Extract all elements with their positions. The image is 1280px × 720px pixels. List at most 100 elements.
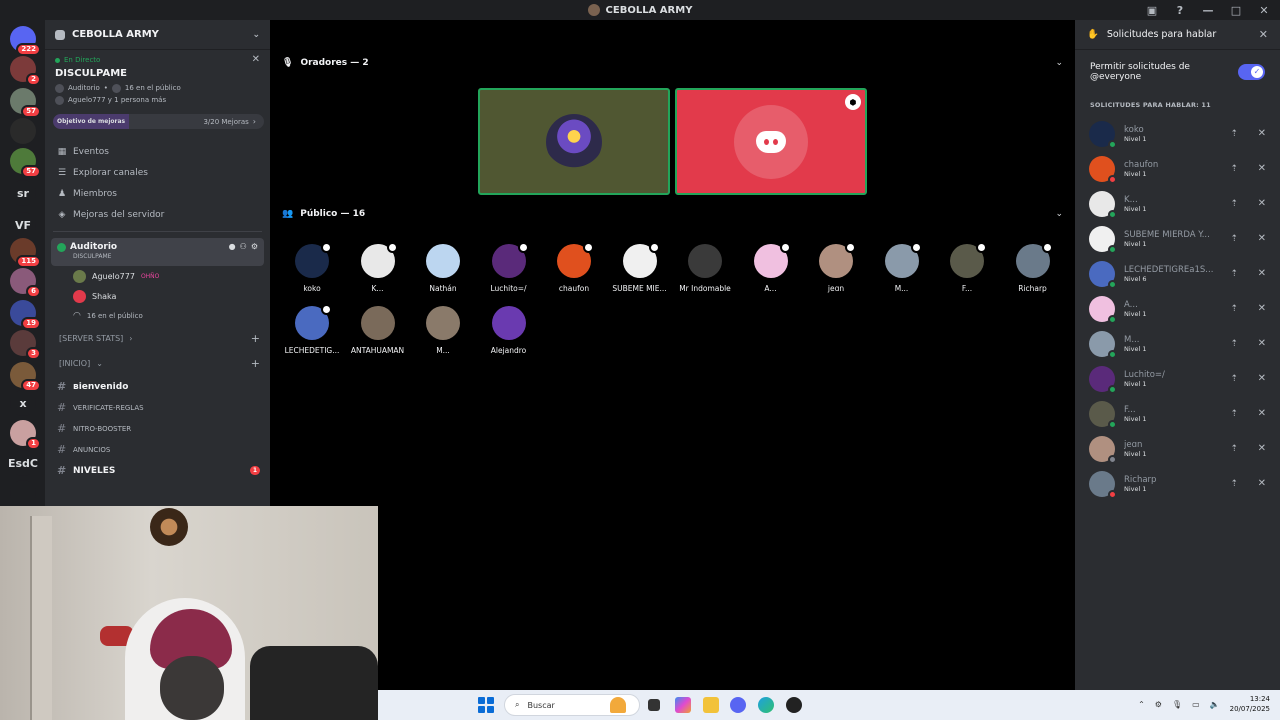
obs-icon[interactable] bbox=[786, 697, 802, 713]
chevron-down-icon[interactable]: ⌄ bbox=[1055, 58, 1063, 68]
network-icon[interactable]: ▭ bbox=[1192, 700, 1200, 709]
audience-member[interactable]: Luchito=/ bbox=[476, 242, 542, 293]
speakers-header[interactable]: 🎙 Oradores — 2 bbox=[282, 58, 369, 68]
audience-member[interactable]: M... bbox=[410, 306, 476, 355]
invite-to-speak-icon[interactable]: ⇡ bbox=[1230, 444, 1238, 454]
invite-to-speak-icon[interactable]: ⇡ bbox=[1230, 409, 1238, 419]
server-icon[interactable]: x bbox=[10, 390, 36, 416]
category-inicio[interactable]: [INICIO] ⌄ + bbox=[45, 351, 270, 376]
close-icon[interactable]: ✕ bbox=[1256, 2, 1272, 18]
invite-to-speak-icon[interactable]: ⇡ bbox=[1230, 199, 1238, 209]
invite-to-speak-icon[interactable]: ⇡ bbox=[1230, 269, 1238, 279]
clock[interactable]: 13:24 20/07/2025 bbox=[1230, 694, 1270, 714]
invite-to-speak-icon[interactable]: ⇡ bbox=[1230, 164, 1238, 174]
speak-request-item[interactable]: jeɑn Nivel 1 ⇡ ✕ bbox=[1075, 431, 1280, 466]
dismiss-request-icon[interactable]: ✕ bbox=[1258, 373, 1266, 384]
gear-icon[interactable]: ⚙ bbox=[251, 242, 258, 251]
stage-user[interactable]: Aguelo777 OHÑO bbox=[45, 266, 270, 286]
audience-member[interactable]: Alejandro bbox=[476, 306, 542, 355]
stage-user[interactable]: Shaka bbox=[45, 286, 270, 306]
dismiss-request-icon[interactable]: ✕ bbox=[1258, 268, 1266, 279]
dismiss-request-icon[interactable]: ✕ bbox=[1258, 233, 1266, 244]
dismiss-request-icon[interactable]: ✕ bbox=[1258, 163, 1266, 174]
channel-item[interactable]: # VERIFICATE-REGLAS bbox=[45, 397, 270, 418]
discord-icon[interactable] bbox=[730, 697, 746, 713]
dismiss-request-icon[interactable]: ✕ bbox=[1258, 443, 1266, 454]
audience-member[interactable]: LECHEDETIG... bbox=[279, 304, 345, 355]
audience-member[interactable]: SUBEME MIE... bbox=[607, 242, 673, 293]
speak-request-item[interactable]: K... Nivel 1 ⇡ ✕ bbox=[1075, 186, 1280, 221]
windows-start-icon[interactable] bbox=[478, 697, 494, 713]
server-icon[interactable] bbox=[10, 480, 36, 506]
chevron-up-icon[interactable]: ⌃ bbox=[1138, 700, 1145, 709]
server-icon[interactable]: VF bbox=[10, 212, 36, 238]
server-icon[interactable]: 2 bbox=[10, 56, 41, 86]
minimize-icon[interactable]: — bbox=[1200, 2, 1216, 18]
audience-header[interactable]: 👥 Público — 16 bbox=[282, 209, 365, 219]
stage-channel-active[interactable]: Auditorio DISCULPAME ● ⚇ ⚙ bbox=[51, 238, 264, 266]
invite-to-speak-icon[interactable]: ⇡ bbox=[1230, 234, 1238, 244]
speak-request-item[interactable]: chaufon Nivel 1 ⇡ ✕ bbox=[1075, 151, 1280, 186]
dismiss-request-icon[interactable]: ✕ bbox=[1258, 408, 1266, 419]
speaker-tile[interactable]: ⬢ bbox=[675, 88, 867, 195]
audience-member[interactable]: ANTAHUAMAN bbox=[345, 306, 411, 355]
maximize-icon[interactable]: □ bbox=[1228, 2, 1244, 18]
server-icon[interactable]: 19 bbox=[10, 300, 41, 330]
speak-request-item[interactable]: koko Nivel 1 ⇡ ✕ bbox=[1075, 116, 1280, 151]
copilot-icon[interactable] bbox=[675, 697, 691, 713]
server-icon[interactable]: 3 bbox=[10, 330, 41, 360]
stage-audience-row[interactable]: ◠ 16 en el público bbox=[45, 306, 270, 326]
invite-to-speak-icon[interactable]: ⇡ bbox=[1230, 304, 1238, 314]
chat-icon[interactable]: ● bbox=[229, 242, 236, 251]
audience-member[interactable]: koko bbox=[279, 242, 345, 293]
audience-member[interactable]: Richarp bbox=[1000, 242, 1066, 293]
live-stage-card[interactable]: En Directo DISCULPAME ✕ Auditorio • 16 e… bbox=[45, 50, 270, 106]
dismiss-request-icon[interactable]: ✕ bbox=[1258, 338, 1266, 349]
microphone-icon[interactable]: 🎙 bbox=[1172, 700, 1182, 709]
task-view-icon[interactable] bbox=[648, 699, 660, 711]
help-icon[interactable]: ? bbox=[1172, 2, 1188, 18]
add-channel-icon[interactable]: + bbox=[251, 357, 260, 370]
audience-member[interactable]: jeɑn bbox=[803, 242, 869, 293]
invite-to-speak-icon[interactable]: ⇡ bbox=[1230, 374, 1238, 384]
invite-to-speak-icon[interactable]: ⇡ bbox=[1230, 129, 1238, 139]
add-channel-icon[interactable]: + bbox=[251, 332, 260, 345]
server-icon[interactable]: 1 bbox=[10, 420, 41, 450]
audience-member[interactable]: F... bbox=[934, 242, 1000, 293]
category-server-stats[interactable]: [SERVER STATS] › + bbox=[45, 326, 270, 351]
dismiss-request-icon[interactable]: ✕ bbox=[1258, 128, 1266, 139]
audience-member[interactable]: Mr Indomable bbox=[672, 244, 738, 293]
audience-member[interactable]: Nathán bbox=[410, 244, 476, 293]
speaker-tile[interactable] bbox=[478, 88, 670, 195]
volume-icon[interactable]: 🔈 bbox=[1210, 700, 1220, 709]
server-icon[interactable]: 115 bbox=[10, 238, 41, 268]
chevron-down-icon[interactable]: ⌄ bbox=[1055, 209, 1063, 219]
audience-member[interactable]: M... bbox=[869, 242, 935, 293]
speak-request-item[interactable]: M... Nivel 1 ⇡ ✕ bbox=[1075, 326, 1280, 361]
invite-to-speak-icon[interactable]: ⇡ bbox=[1230, 479, 1238, 489]
channel-item[interactable]: # NIVELES 1 bbox=[45, 460, 270, 481]
dismiss-request-icon[interactable]: ✕ bbox=[1258, 198, 1266, 209]
channel-item[interactable]: # віenvenіdo bbox=[45, 376, 270, 397]
channel-item[interactable]: # ANUNCIOS bbox=[45, 439, 270, 460]
speak-request-item[interactable]: SUBEME MIERDA Y... Nivel 1 ⇡ ✕ bbox=[1075, 221, 1280, 256]
speak-request-item[interactable]: A... Nivel 1 ⇡ ✕ bbox=[1075, 291, 1280, 326]
menu-item-members[interactable]: ♟ Miembros bbox=[45, 183, 270, 204]
gear-icon[interactable]: ⚙ bbox=[1155, 700, 1162, 709]
channel-item[interactable]: # NITRO-BOOSTER bbox=[45, 418, 270, 439]
menu-item-boost[interactable]: ◈ Mejoras del servidor bbox=[45, 204, 270, 225]
close-icon[interactable]: ✕ bbox=[252, 54, 260, 65]
speak-request-item[interactable]: Luchito=/Nivel 1 ⇡ ✕ bbox=[1075, 361, 1280, 396]
audience-member[interactable]: K... bbox=[345, 242, 411, 293]
allow-requests-toggle[interactable] bbox=[1238, 64, 1265, 80]
server-icon[interactable]: sr bbox=[10, 180, 36, 206]
audience-member[interactable]: A... bbox=[738, 242, 804, 293]
menu-item-calendar[interactable]: ▦ Eventos bbox=[45, 141, 270, 162]
edge-icon[interactable] bbox=[758, 697, 774, 713]
audience-member[interactable]: chaufon bbox=[541, 242, 607, 293]
boost-goal-bar[interactable]: Objetivo de mejoras 3/20 Mejoras › bbox=[53, 114, 264, 129]
invite-icon[interactable]: ⚇ bbox=[240, 242, 247, 251]
server-icon[interactable]: 47 bbox=[10, 362, 41, 392]
speak-request-item[interactable]: LECHEDETIGREa1S... Nivel 6 ⇡ ✕ bbox=[1075, 256, 1280, 291]
server-icon[interactable]: 57 bbox=[10, 88, 41, 118]
